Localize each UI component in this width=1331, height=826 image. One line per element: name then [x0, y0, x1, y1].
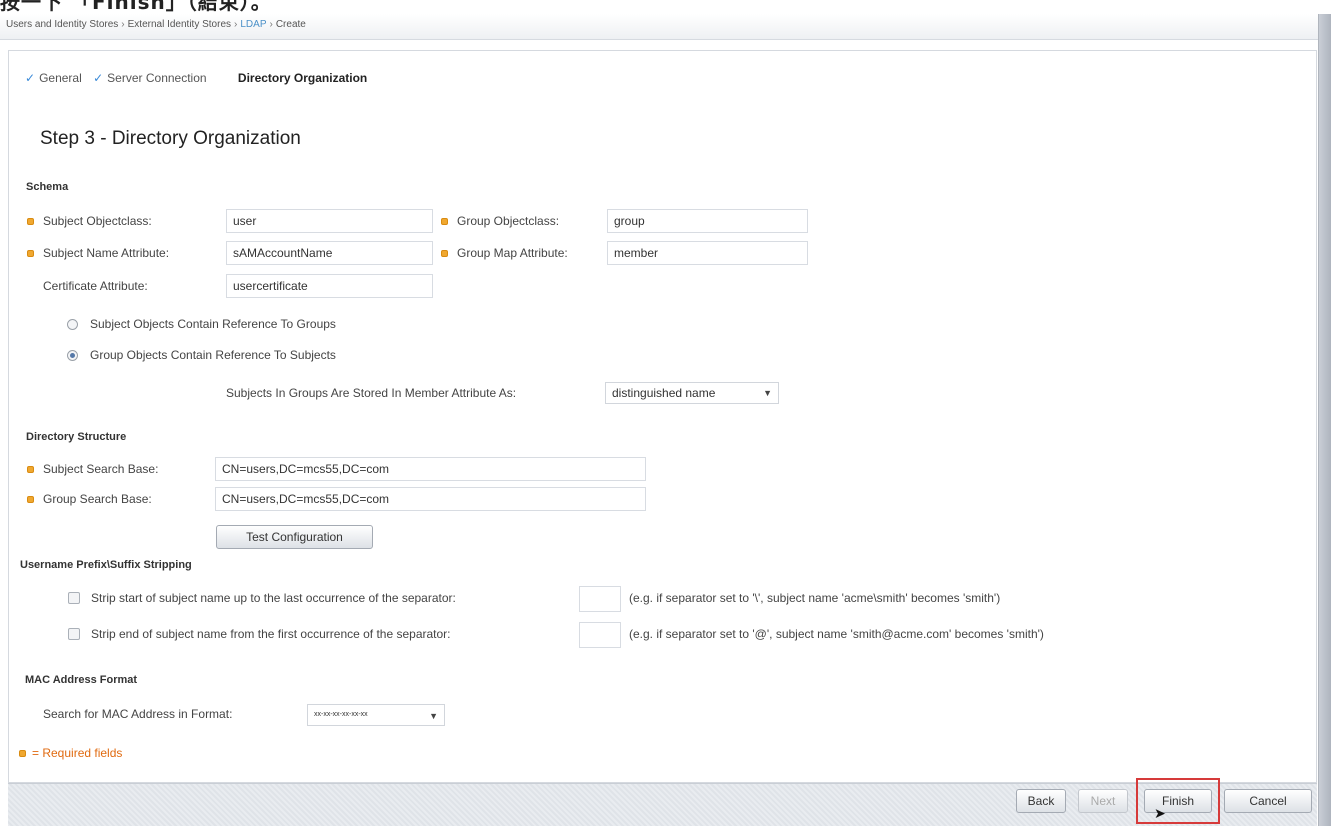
group-objectclass-label: Group Objectclass:	[457, 214, 560, 228]
step-general[interactable]: General	[39, 71, 82, 85]
chevron-down-icon: ▼	[763, 388, 772, 398]
strip-start-label: Strip start of subject name up to the la…	[91, 591, 456, 605]
subject-objectclass-field[interactable]: user	[226, 209, 433, 233]
subject-search-base-field[interactable]: CN=users,DC=mcs55,DC=com	[215, 457, 646, 481]
required-icon	[27, 250, 34, 257]
top-caption-strip: 按一下 「Finish」（結束）。	[0, 0, 1331, 14]
group-objects-radio-label[interactable]: Group Objects Contain Reference To Subje…	[90, 348, 336, 362]
member-attribute-select[interactable]: distinguished name ▼	[605, 382, 779, 404]
right-scroll-band	[1318, 14, 1331, 826]
required-icon	[27, 496, 34, 503]
breadcrumb: Users and Identity Stores › External Ident…	[6, 19, 306, 30]
directory-structure-heading: Directory Structure	[26, 431, 127, 443]
subject-name-attribute-field[interactable]: sAMAccountName	[226, 241, 433, 265]
certificate-attribute-field[interactable]: usercertificate	[226, 274, 433, 298]
check-icon: ✓	[93, 71, 104, 85]
required-icon	[19, 750, 26, 757]
header-band: Users and Identity Stores › External Ident…	[0, 14, 1331, 40]
page-title: Step 3 - Directory Organization	[40, 128, 301, 149]
mac-address-heading: MAC Address Format	[25, 674, 138, 686]
subject-name-attribute-label: Subject Name Attribute:	[43, 246, 170, 260]
test-configuration-button[interactable]: Test Configuration	[216, 525, 373, 549]
top-caption-text: 按一下 「Finish」（結束）。	[0, 0, 272, 14]
strip-start-separator-field[interactable]	[579, 586, 621, 612]
mac-format-select[interactable]: xx-xx-xx-xx-xx-xx ▼	[307, 704, 445, 726]
breadcrumb-item-external[interactable]: External Identity Stores	[128, 19, 231, 30]
wizard-steps: ✓ General ✓ Server Connection Directory Or…	[25, 71, 367, 85]
breadcrumb-item-create: Create	[275, 19, 306, 30]
member-attribute-label: Subjects In Groups Are Stored In Member …	[226, 386, 517, 400]
finish-highlight-box	[1136, 778, 1220, 824]
step-directory-organization: Directory Organization	[237, 71, 368, 85]
group-map-attribute-field[interactable]: member	[607, 241, 808, 265]
required-icon	[441, 218, 448, 225]
strip-start-example: (e.g. if separator set to '\', subject n…	[629, 591, 1001, 605]
stripping-heading: Username Prefix\Suffix Stripping	[20, 559, 192, 571]
group-objects-radio[interactable]	[67, 350, 78, 361]
strip-start-checkbox[interactable]	[68, 592, 80, 604]
required-icon	[27, 466, 34, 473]
group-search-base-field[interactable]: CN=users,DC=mcs55,DC=com	[215, 487, 646, 511]
breadcrumb-separator: ›	[269, 19, 273, 30]
mac-format-value: xx-xx-xx-xx-xx-xx	[314, 711, 368, 718]
group-objectclass-field[interactable]: group	[607, 209, 808, 233]
back-button[interactable]: Back	[1016, 789, 1066, 813]
group-search-base-label: Group Search Base:	[43, 492, 152, 506]
required-icon	[441, 250, 448, 257]
subject-search-base-label: Subject Search Base:	[43, 462, 159, 476]
strip-end-label: Strip end of subject name from the first…	[91, 627, 451, 641]
strip-end-separator-field[interactable]	[579, 622, 621, 648]
schema-heading: Schema	[26, 181, 69, 193]
subject-objectclass-label: Subject Objectclass:	[43, 214, 152, 228]
wizard-panel: ✓ General ✓ Server Connection Directory Or…	[8, 50, 1317, 783]
certificate-attribute-label: Certificate Attribute:	[43, 279, 148, 293]
strip-end-checkbox[interactable]	[68, 628, 80, 640]
breadcrumb-item-users[interactable]: Users and Identity Stores	[6, 19, 118, 30]
breadcrumb-item-ldap[interactable]: LDAP	[240, 19, 266, 30]
next-button[interactable]: Next	[1078, 789, 1128, 813]
subject-objects-radio[interactable]	[67, 319, 78, 330]
pointer-cursor-icon: ➤	[1154, 805, 1166, 821]
check-icon: ✓	[25, 71, 36, 85]
chevron-down-icon: ▼	[429, 711, 438, 721]
required-icon	[27, 218, 34, 225]
breadcrumb-separator: ›	[121, 19, 125, 30]
required-fields-note: = Required fields	[32, 746, 123, 760]
cancel-button[interactable]: Cancel	[1224, 789, 1312, 813]
strip-end-example: (e.g. if separator set to '@', subject n…	[629, 627, 1044, 641]
member-attribute-value: distinguished name	[612, 386, 716, 400]
step-server-connection[interactable]: Server Connection	[107, 71, 206, 85]
subject-objects-radio-label[interactable]: Subject Objects Contain Reference To Gro…	[90, 317, 336, 331]
mac-address-label: Search for MAC Address in Format:	[43, 707, 233, 721]
group-map-attribute-label: Group Map Attribute:	[457, 246, 568, 260]
breadcrumb-separator: ›	[234, 19, 238, 30]
